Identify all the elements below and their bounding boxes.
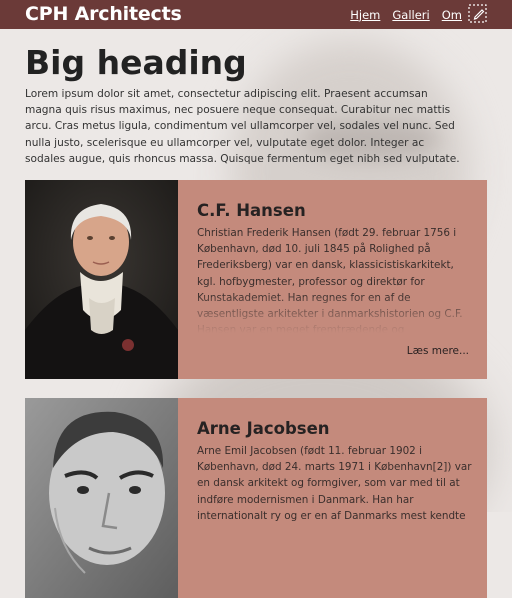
portrait-image-hansen xyxy=(25,180,178,379)
intro-paragraph: Lorem ipsum dolor sit amet, consectetur … xyxy=(25,88,460,165)
architect-card-jacobsen[interactable]: Arne Jacobsen Arne Emil Jacobsen (født 1… xyxy=(25,398,487,598)
brand-logo[interactable]: CPH Architects xyxy=(25,1,182,28)
architect-name: Arne Jacobsen xyxy=(197,419,330,438)
card-body: C.F. Hansen Christian Frederik Hansen (f… xyxy=(197,200,475,333)
architect-card-hansen[interactable]: C.F. Hansen Christian Frederik Hansen (f… xyxy=(25,180,487,379)
read-more-link[interactable]: Læs mere... xyxy=(407,345,469,357)
card-body: Arne Jacobsen Arne Emil Jacobsen (født 1… xyxy=(197,418,475,551)
nav-link-galleri[interactable]: Galleri xyxy=(392,8,429,22)
site-header: CPH Architects Hjem Galleri Om xyxy=(0,0,512,29)
edit-button[interactable] xyxy=(468,4,487,23)
main-nav: Hjem Galleri Om xyxy=(350,0,462,29)
portrait-image-jacobsen xyxy=(25,398,178,598)
nav-link-om[interactable]: Om xyxy=(442,8,462,22)
architect-name: C.F. Hansen xyxy=(197,201,306,220)
architect-bio: Arne Emil Jacobsen (født 11. februar 190… xyxy=(197,445,472,522)
page-title: Big heading xyxy=(25,43,247,82)
edit-pencil-icon xyxy=(468,4,487,23)
nav-link-hjem[interactable]: Hjem xyxy=(350,8,380,22)
architect-bio: Christian Frederik Hansen (født 29. febr… xyxy=(197,225,475,333)
